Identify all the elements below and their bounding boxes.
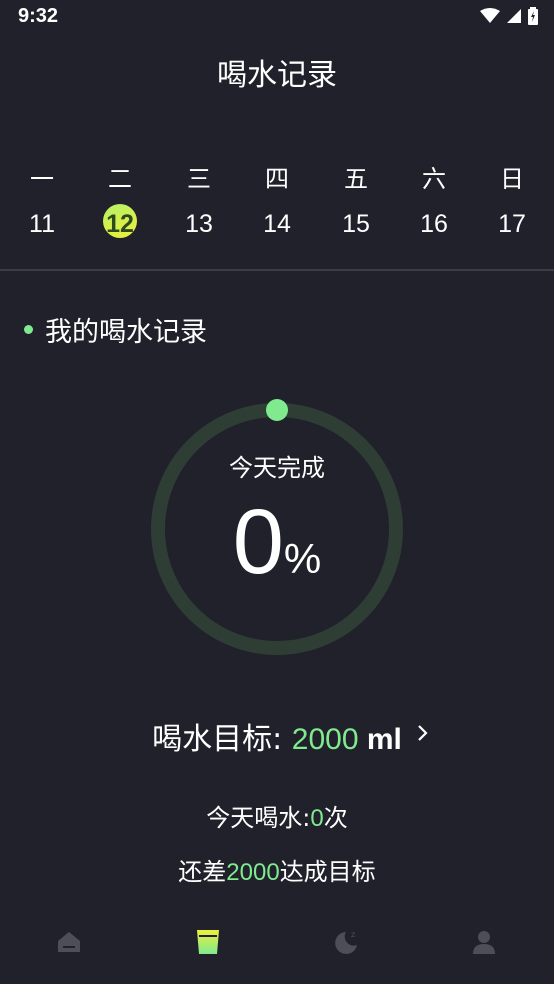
weekday-row: 一 二 三 四 五 六 日	[0, 155, 554, 195]
remaining-line: 还差2000达成目标	[0, 852, 554, 887]
remaining-amount: 2000	[226, 859, 280, 886]
status-time: 9:32	[18, 5, 59, 27]
remaining-suffix: 达成目标	[279, 858, 376, 886]
nav-profile[interactable]	[464, 922, 504, 962]
signal-icon	[507, 9, 521, 23]
date-cell[interactable]: 17	[482, 210, 542, 239]
today-prefix: 今天喝水:	[206, 804, 311, 832]
goal-value: 2000	[291, 723, 359, 756]
profile-icon	[473, 931, 495, 954]
nav-water[interactable]	[188, 922, 228, 962]
divider	[0, 269, 554, 271]
home-icon	[58, 932, 80, 952]
date-row: 11 12 13 14 15 16 17	[0, 204, 554, 250]
weekday-label: 二	[108, 165, 132, 193]
remaining-prefix: 还差	[178, 858, 227, 886]
date-label: 13	[185, 210, 213, 238]
progress-ring-knob	[266, 399, 288, 421]
weekday-label: 四	[265, 165, 289, 193]
bullet-dot-icon	[24, 325, 33, 334]
page-title: 喝水记录	[217, 58, 337, 93]
status-bar: 9:32	[0, 0, 554, 34]
nav-sleep[interactable]: z	[326, 922, 366, 962]
date-cell[interactable]: 15	[326, 210, 386, 239]
chevron-right-icon[interactable]	[416, 722, 430, 744]
week-selector: 一 二 三 四 五 六 日 11 12 13 14 15 16 17	[0, 155, 554, 250]
battery-icon	[528, 7, 538, 25]
today-count-line: 今天喝水:0次	[0, 798, 554, 833]
section-header: 我的喝水记录	[24, 310, 207, 349]
goal-row[interactable]: 喝水目标: 2000 ml	[0, 714, 554, 758]
date-label: 12	[106, 210, 134, 238]
status-icons	[480, 7, 538, 25]
date-label: 17	[498, 210, 526, 238]
weekday-label: 一	[30, 165, 54, 193]
weekday-label: 日	[500, 165, 524, 193]
bottom-nav: z	[0, 910, 554, 970]
date-label: 16	[420, 210, 448, 238]
date-label: 14	[263, 210, 291, 238]
ring-value: 0%	[146, 490, 408, 595]
goal-label: 喝水目标:	[152, 722, 292, 757]
svg-text:z: z	[351, 930, 355, 939]
moon-sleep-icon: z	[335, 930, 357, 954]
percent-value: 0	[232, 491, 284, 593]
weekday-label: 六	[422, 165, 446, 193]
today-suffix: 次	[323, 804, 348, 832]
percent-unit: %	[283, 535, 322, 582]
section-title: 我的喝水记录	[45, 317, 207, 348]
today-count: 0	[310, 805, 324, 832]
date-label: 15	[342, 210, 370, 238]
water-cup-icon	[197, 930, 219, 954]
date-cell-selected[interactable]: 12	[90, 204, 150, 239]
date-label: 11	[29, 210, 55, 238]
weekday-label: 三	[187, 165, 211, 193]
date-cell[interactable]: 14	[247, 210, 307, 239]
progress-ring: 今天完成 0%	[146, 398, 408, 660]
wifi-icon	[480, 8, 500, 23]
ring-label: 今天完成	[229, 454, 325, 482]
nav-home[interactable]	[49, 922, 89, 962]
date-cell[interactable]: 11	[12, 210, 72, 239]
goal-unit: ml	[358, 723, 402, 756]
date-cell[interactable]: 16	[404, 210, 464, 239]
date-cell[interactable]: 13	[169, 210, 229, 239]
weekday-label: 五	[344, 165, 368, 193]
